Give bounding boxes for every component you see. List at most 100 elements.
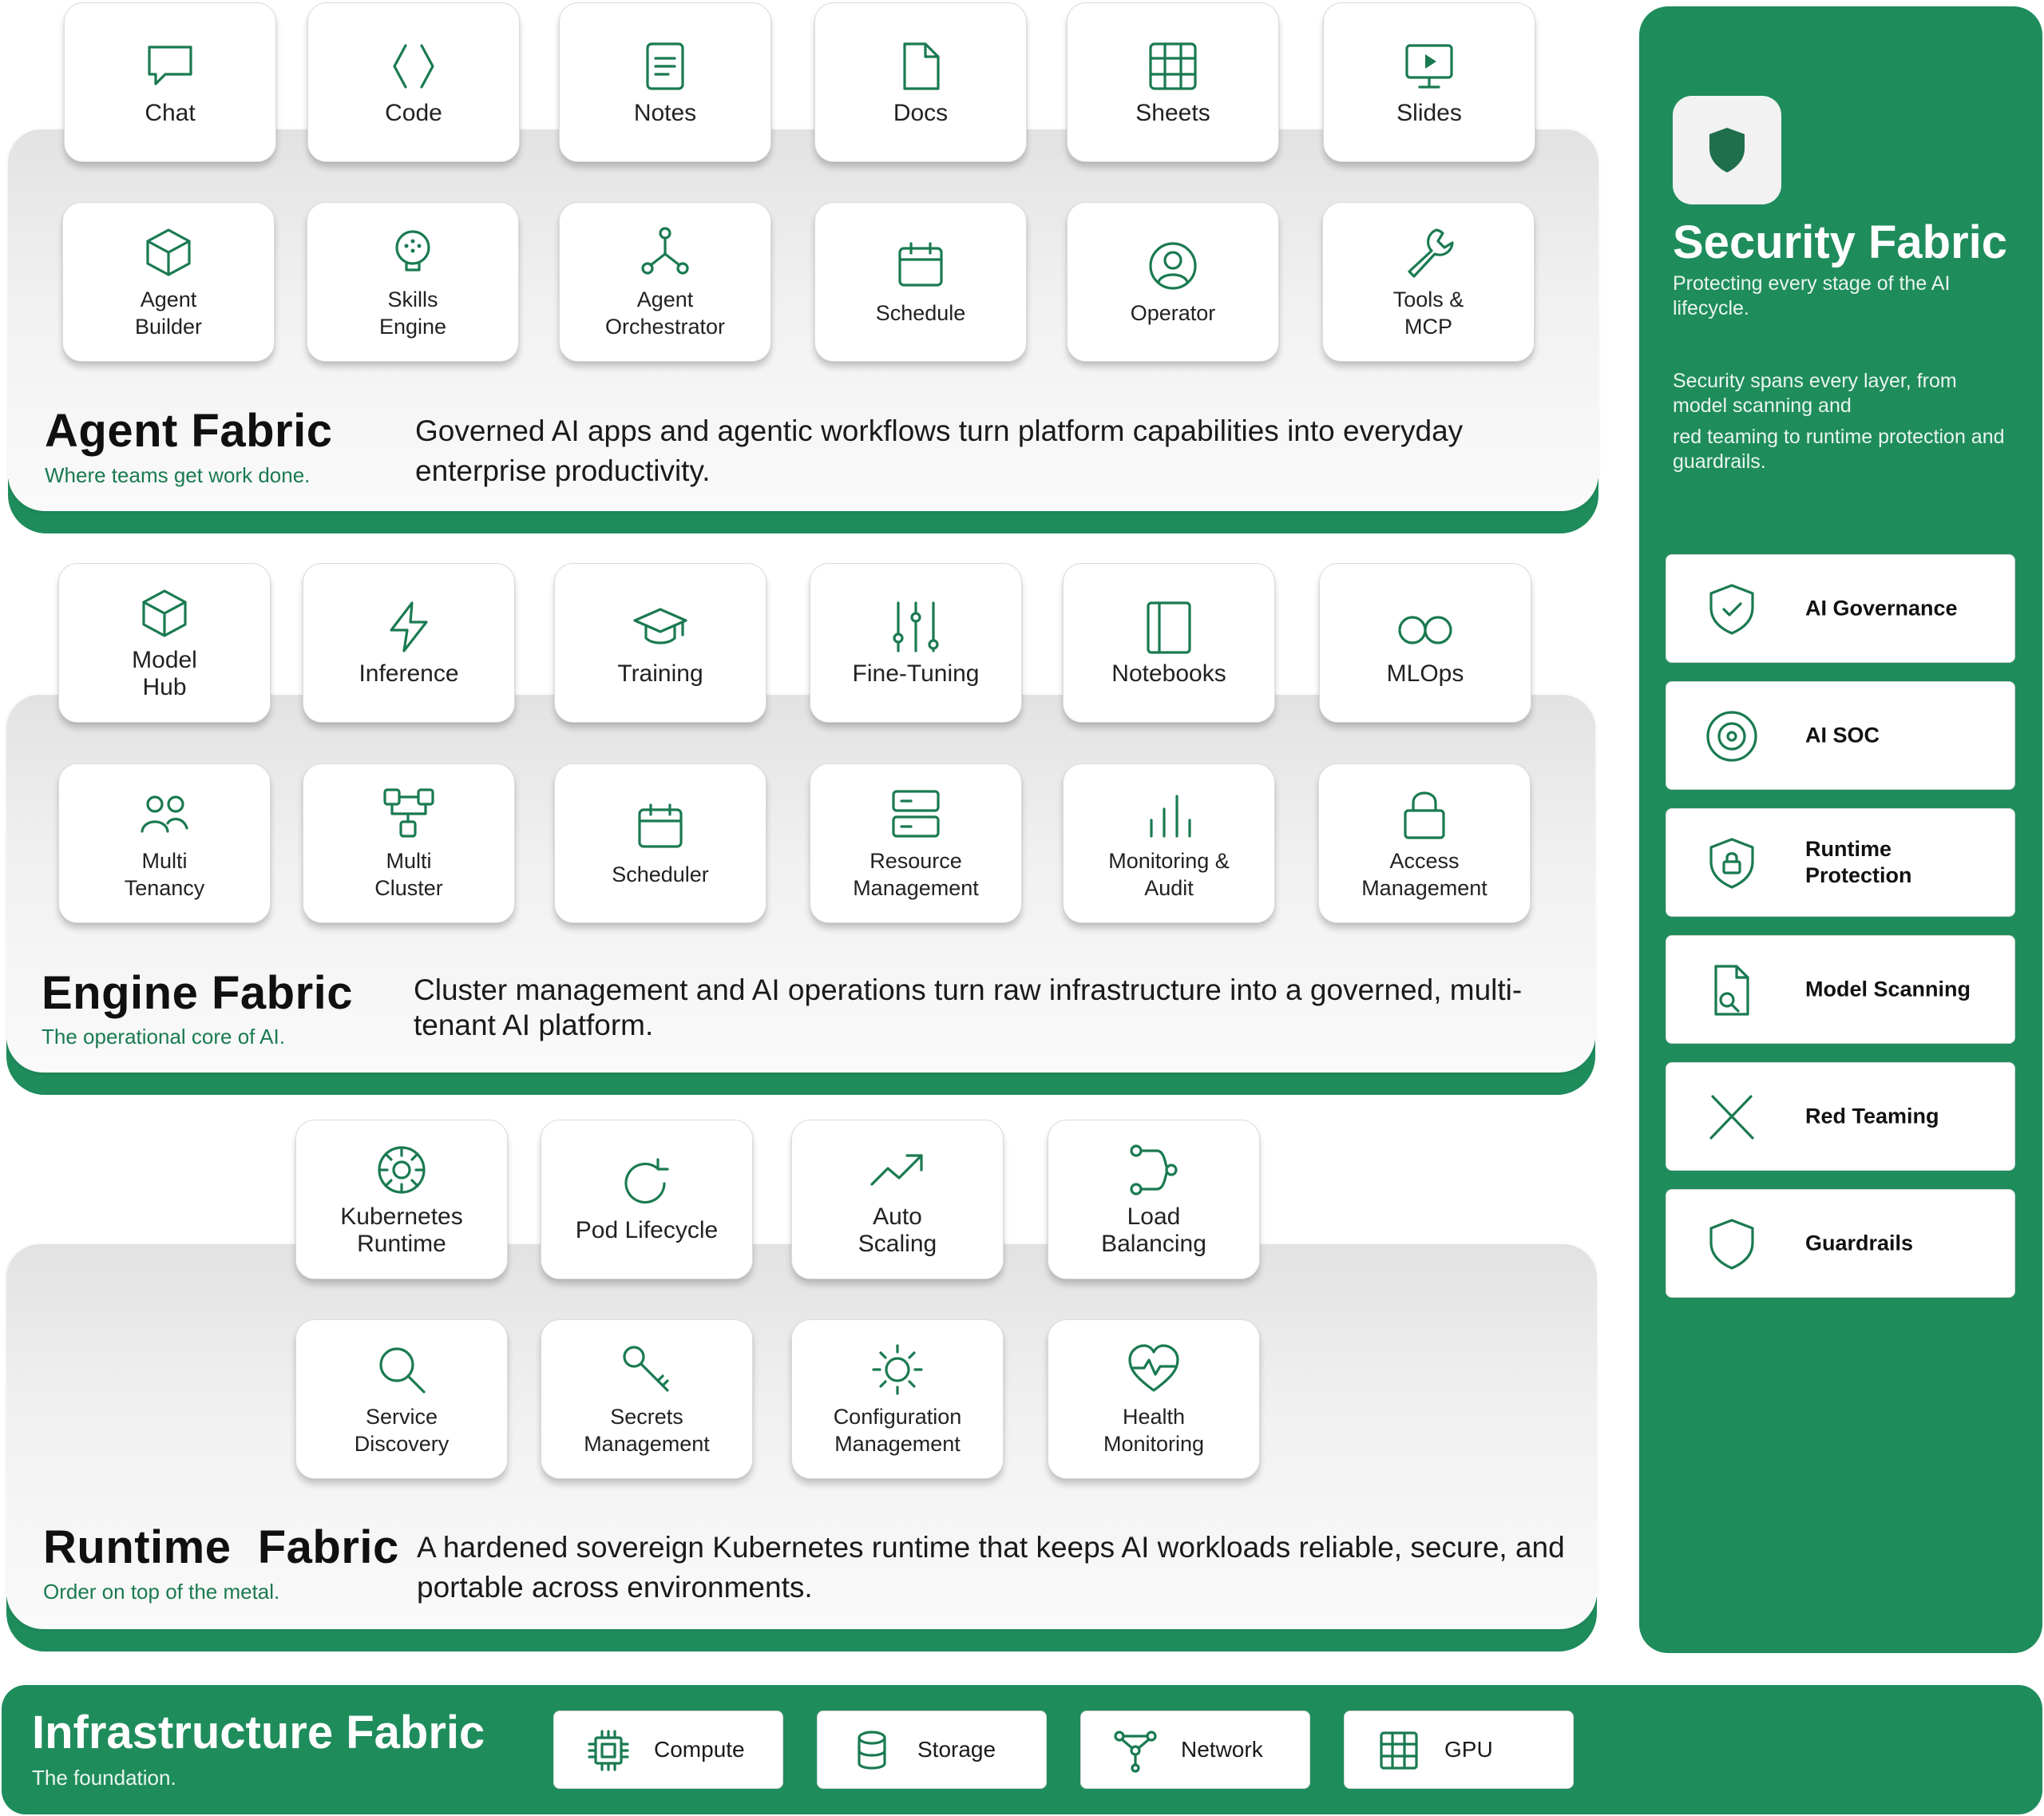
shield-lock-icon [1703, 835, 1761, 892]
tile-label: Health Monitoring [1103, 1405, 1205, 1456]
tile-label: Operator [1130, 301, 1216, 325]
database-icon [850, 1728, 894, 1773]
tile-resource-management[interactable]: Resource Management [810, 763, 1022, 923]
tile-label: Agent Builder [134, 287, 203, 339]
security-item-label: Guardrails [1805, 1231, 1914, 1255]
tile-label: Multi Cluster [374, 849, 443, 900]
tile-secrets-management[interactable]: Secrets Management [541, 1319, 753, 1479]
tile-label: Training [617, 660, 703, 687]
shield-check-icon [1703, 581, 1761, 638]
tile-kubernetes-runtime[interactable]: Kubernetes Runtime [295, 1120, 508, 1279]
engine-fabric-description: Cluster management and AI operations tur… [414, 973, 1523, 1041]
tile-schedule[interactable]: Schedule [814, 202, 1027, 362]
tile-label: Pod Lifecycle [575, 1217, 719, 1243]
code-icon [385, 38, 442, 95]
tile-label: Multi Tenancy [124, 849, 205, 900]
tile-pod-lifecycle[interactable]: Pod Lifecycle [541, 1120, 753, 1279]
tile-monitoring-audit[interactable]: Monitoring & Audit [1063, 763, 1275, 923]
trending-up-icon [869, 1141, 926, 1199]
tile-health-monitoring[interactable]: Health Monitoring [1048, 1319, 1260, 1479]
wrench-icon [1400, 224, 1457, 281]
security-item-label: AI SOC [1805, 723, 1880, 747]
graduation-cap-icon [632, 598, 689, 656]
key-icon [618, 1341, 675, 1398]
presentation-icon [1400, 38, 1458, 95]
engine-fabric-subtitle: The operational core of AI. [42, 1025, 285, 1049]
tile-configuration-management[interactable]: Configuration Management [791, 1319, 1004, 1479]
agent-fabric-subtitle: Where teams get work done. [45, 463, 311, 487]
security-fabric-subtitle: Protecting every stage of the AI lifecyc… [1673, 272, 1951, 319]
tile-label: Notes [633, 100, 697, 126]
infra-item-label: Storage [917, 1737, 996, 1762]
tile-label: Monitoring & Audit [1108, 849, 1230, 900]
tile-operator[interactable]: Operator [1067, 202, 1279, 362]
security-item-model-scanning[interactable]: Model Scanning [1666, 935, 2015, 1044]
tile-label: Skills Engine [378, 287, 447, 339]
brain-bulb-icon [384, 224, 442, 281]
tile-tools-mcp[interactable]: Tools & MCP [1322, 202, 1535, 362]
tile-label: Access Management [1361, 849, 1487, 900]
tile-access-management[interactable]: Access Management [1318, 763, 1531, 923]
tile-multi-cluster[interactable]: Multi Cluster [303, 763, 515, 923]
runtime-fabric-description: A hardened sovereign Kubernetes runtime … [417, 1531, 1565, 1604]
infra-item-storage[interactable]: Storage [817, 1711, 1047, 1789]
security-fabric-description-1: Security spans every layer, from model s… [1673, 370, 1957, 417]
cpu-icon [586, 1728, 631, 1773]
infra-item-gpu[interactable]: GPU [1344, 1711, 1574, 1789]
tile-label: Resource Management [853, 849, 979, 900]
security-item-label: Red Teaming [1805, 1104, 1939, 1128]
document-icon [892, 38, 949, 95]
tile-multi-tenancy[interactable]: Multi Tenancy [58, 763, 271, 923]
tile-code[interactable]: Code [307, 2, 520, 162]
tile-label: Chat [145, 100, 196, 126]
infra-item-compute[interactable]: Compute [553, 1711, 783, 1789]
tile-auto-scaling[interactable]: Auto Scaling [791, 1120, 1004, 1279]
tile-label: Fine-Tuning [852, 660, 980, 687]
tile-notes[interactable]: Notes [559, 2, 771, 162]
heart-pulse-icon [1125, 1341, 1182, 1398]
tile-chat[interactable]: Chat [64, 2, 276, 162]
calendar-icon [892, 237, 949, 295]
infra-item-label: Compute [654, 1737, 745, 1762]
network-nodes-icon [636, 224, 694, 281]
tile-slides[interactable]: Slides [1323, 2, 1535, 162]
security-fabric-title: Security Fabric [1673, 216, 2008, 268]
shield-icon [1703, 1215, 1761, 1273]
tile-skills-engine[interactable]: Skills Engine [307, 202, 519, 362]
tile-label: Schedule [875, 301, 966, 325]
tile-scheduler[interactable]: Scheduler [554, 763, 766, 923]
tile-fine-tuning[interactable]: Fine-Tuning [810, 563, 1022, 723]
security-item-label: Runtime Protection [1805, 837, 1912, 887]
bar-chart-icon [1140, 785, 1198, 843]
tile-sheets[interactable]: Sheets [1067, 2, 1279, 162]
security-item-label: Model Scanning [1805, 977, 1971, 1001]
agent-fabric-title: Agent Fabric [45, 405, 333, 457]
tile-training[interactable]: Training [554, 563, 766, 723]
security-item-guardrails[interactable]: Guardrails [1666, 1189, 2015, 1298]
engine-fabric-title: Engine Fabric [42, 967, 354, 1019]
file-search-icon [1703, 962, 1761, 1019]
tile-docs[interactable]: Docs [814, 2, 1027, 162]
tile-mlops[interactable]: MLOps [1319, 563, 1531, 723]
chat-icon [141, 38, 199, 95]
tile-model-hub[interactable]: Model Hub [58, 563, 271, 723]
tile-load-balancing[interactable]: Load Balancing [1048, 1120, 1260, 1279]
server-icon [887, 785, 945, 843]
tile-inference[interactable]: Inference [303, 563, 515, 723]
tile-label: Slides [1396, 100, 1462, 126]
security-item-red-teaming[interactable]: Red Teaming [1666, 1062, 2015, 1171]
security-fabric-description-2: red teaming to runtime protection and gu… [1673, 426, 2005, 473]
tile-agent-orchestrator[interactable]: Agent Orchestrator [559, 202, 771, 362]
crossed-swords-icon [1703, 1088, 1761, 1146]
tile-notebooks[interactable]: Notebooks [1063, 563, 1275, 723]
tile-agent-builder[interactable]: Agent Builder [62, 202, 275, 362]
infra-item-network[interactable]: Network [1080, 1711, 1310, 1789]
security-item-ai-governance[interactable]: AI Governance [1666, 554, 2015, 663]
security-item-ai-soc[interactable]: AI SOC [1666, 681, 2015, 790]
tile-label: Kubernetes Runtime [340, 1203, 463, 1257]
sliders-icon [887, 598, 945, 656]
lightning-icon [380, 598, 438, 656]
tile-service-discovery[interactable]: Service Discovery [295, 1319, 508, 1479]
security-item-runtime-protection[interactable]: Runtime Protection [1666, 808, 2015, 917]
tile-label: Auto Scaling [858, 1203, 937, 1257]
